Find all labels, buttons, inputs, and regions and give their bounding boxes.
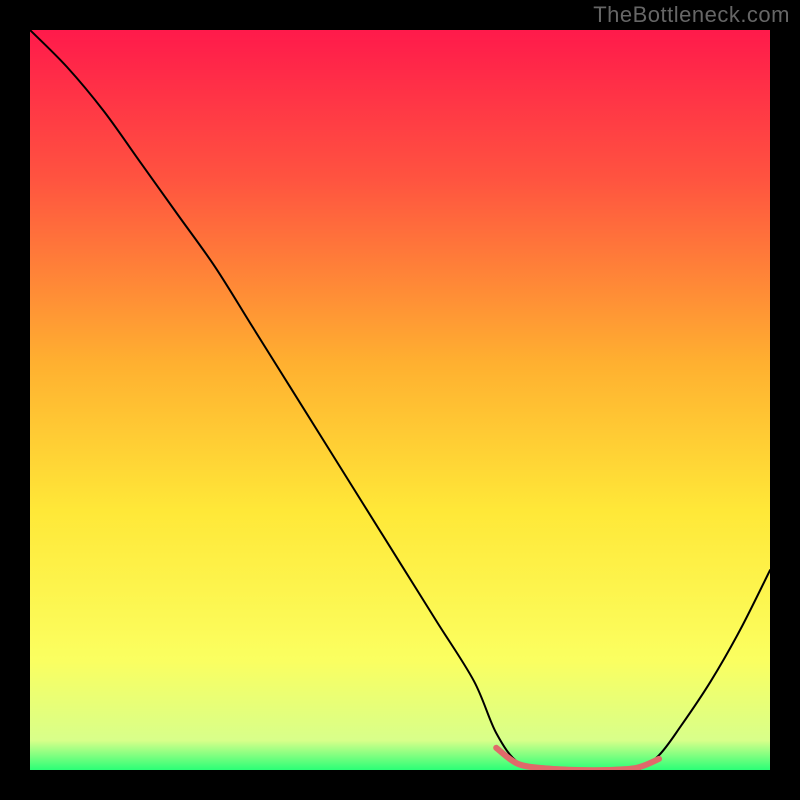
plot-area (30, 30, 770, 770)
watermark-label: TheBottleneck.com (593, 2, 790, 28)
plot-svg (30, 30, 770, 770)
chart-stage: TheBottleneck.com (0, 0, 800, 800)
gradient-background (30, 30, 770, 770)
